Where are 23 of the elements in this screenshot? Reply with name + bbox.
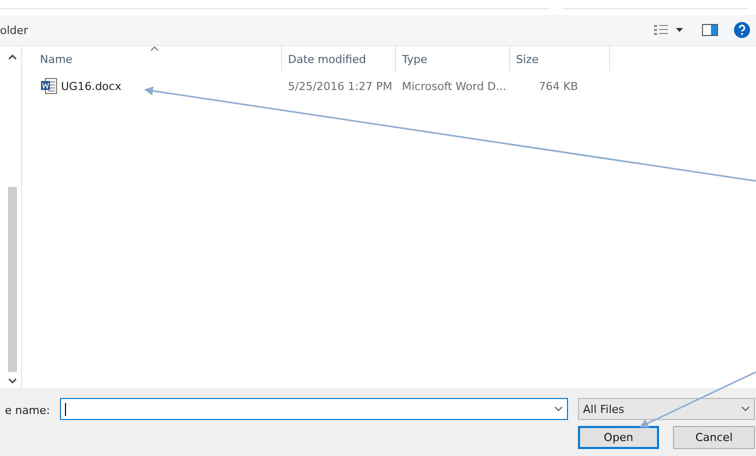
dropdown-caret-icon — [741, 406, 750, 412]
file-type: Microsoft Word D... — [402, 80, 506, 92]
column-header[interactable]: Size — [516, 52, 539, 66]
cancel-button[interactable]: Cancel — [673, 426, 755, 449]
word-document-icon — [41, 78, 57, 94]
file-name-field[interactable] — [60, 398, 568, 420]
scroll-down-icon[interactable] — [8, 378, 16, 384]
file-name[interactable]: UG16.docx — [61, 80, 122, 92]
folder-label: older — [0, 24, 30, 36]
help-icon[interactable] — [734, 22, 750, 38]
view-options-icon[interactable] — [654, 25, 684, 35]
column-header[interactable]: Date modified — [288, 52, 366, 66]
file-name-label: e name: — [4, 404, 50, 416]
preview-pane-icon[interactable] — [702, 24, 718, 36]
scroll-up-icon[interactable] — [8, 54, 16, 60]
scrollbar-thumb[interactable] — [8, 187, 16, 372]
date-modified: 5/25/2016 1:27 PM — [288, 80, 392, 92]
dropdown-caret-icon — [554, 406, 563, 412]
file-type-dropdown[interactable]: All Files — [578, 398, 755, 420]
file-size: 764 KB — [538, 80, 578, 92]
column-header[interactable]: Type — [402, 52, 428, 66]
column-header[interactable]: Name — [40, 52, 72, 66]
open-button[interactable]: Open — [578, 426, 659, 449]
